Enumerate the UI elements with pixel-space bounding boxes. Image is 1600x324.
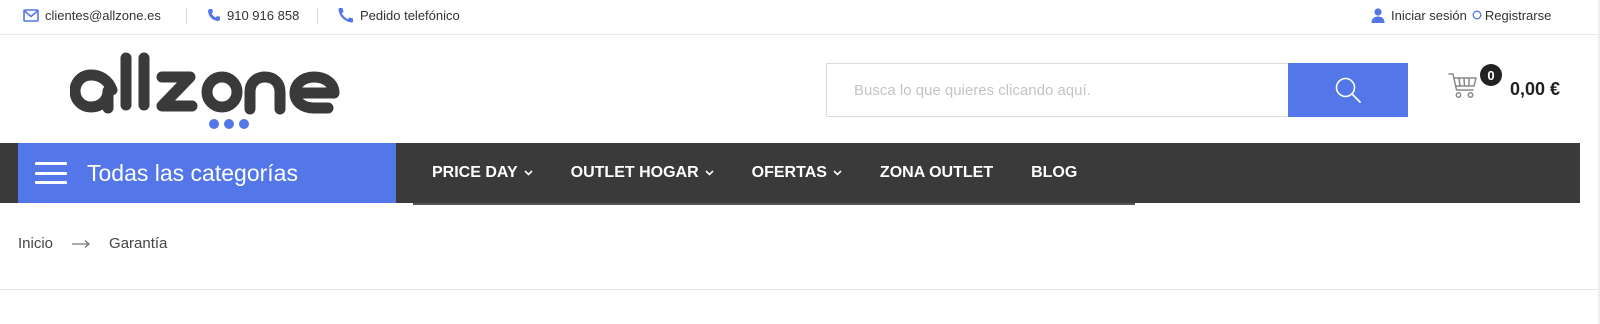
phone-order-link[interactable]: Pedido telefónico — [338, 0, 460, 30]
separator — [317, 8, 318, 24]
menu-item-price-day[interactable]: PRICE DAY — [413, 143, 552, 203]
email-text: clientes@allzone.es — [45, 7, 161, 23]
cart-total: 0,00 € — [1510, 79, 1561, 99]
search-icon — [1335, 77, 1361, 103]
all-categories-button[interactable]: Todas las categorías — [18, 143, 396, 203]
search-bar — [826, 63, 1408, 117]
navbar-edge — [1580, 143, 1600, 203]
phone-order-text: Pedido telefónico — [360, 7, 460, 23]
menu-item-zona-outlet[interactable]: ZONA OUTLET — [861, 143, 1012, 203]
main-menu: PRICE DAY OUTLET HOGAR OFERTAS ZONA OUTL… — [413, 143, 1096, 203]
separator — [186, 8, 187, 24]
shopping-cart-icon — [1448, 73, 1477, 98]
search-input[interactable] — [826, 63, 1288, 117]
cart-count-badge: 0 — [1480, 64, 1502, 86]
breadcrumb-current: Garantía — [109, 235, 168, 252]
allzone-logo[interactable] — [69, 52, 342, 130]
logo-graphic — [69, 52, 340, 129]
email-link[interactable]: clientes@allzone.es — [23, 0, 161, 30]
breadcrumb-home-link[interactable]: Inicio — [18, 235, 53, 252]
menu-item-label: BLOG — [1031, 164, 1078, 181]
cart-widget[interactable]: 0 0,00 € — [1448, 62, 1568, 118]
menu-item-label: OUTLET HOGAR — [570, 164, 699, 181]
circle-separator-icon — [1472, 10, 1482, 20]
login-link[interactable]: Iniciar sesión — [1391, 8, 1467, 23]
chevron-down-icon — [524, 170, 533, 176]
menu-item-label: PRICE DAY — [432, 164, 518, 181]
phone-handset-icon — [338, 8, 353, 23]
chevron-down-icon — [833, 170, 842, 176]
phone-link[interactable]: 910 916 858 — [207, 0, 299, 30]
phone-icon — [208, 9, 220, 21]
register-link[interactable]: Registrarse — [1485, 8, 1551, 23]
breadcrumb: Inicio Garantía — [18, 235, 167, 252]
menu-item-label: ZONA OUTLET — [879, 164, 994, 181]
user-icon — [1371, 7, 1385, 23]
main-navbar: Todas las categorías PRICE DAY OUTLET HO… — [0, 143, 1600, 203]
menu-underline — [413, 203, 1135, 205]
hamburger-menu-icon — [35, 162, 67, 184]
arrow-right-icon — [72, 239, 91, 248]
all-categories-label: Todas las categorías — [87, 159, 298, 186]
envelope-icon — [23, 8, 39, 22]
account-links: Iniciar sesión Registrarse — [1371, 0, 1551, 30]
menu-item-label: OFERTAS — [751, 164, 827, 181]
divider — [0, 289, 1600, 290]
phone-text: 910 916 858 — [227, 7, 300, 23]
menu-item-blog[interactable]: BLOG — [1012, 143, 1096, 203]
chevron-down-icon — [705, 170, 714, 176]
top-bar: clientes@allzone.es 910 916 858 Pedido t… — [0, 0, 1600, 35]
search-button[interactable] — [1288, 63, 1408, 117]
menu-item-ofertas[interactable]: OFERTAS — [733, 143, 861, 203]
menu-item-outlet-hogar[interactable]: OUTLET HOGAR — [552, 143, 733, 203]
